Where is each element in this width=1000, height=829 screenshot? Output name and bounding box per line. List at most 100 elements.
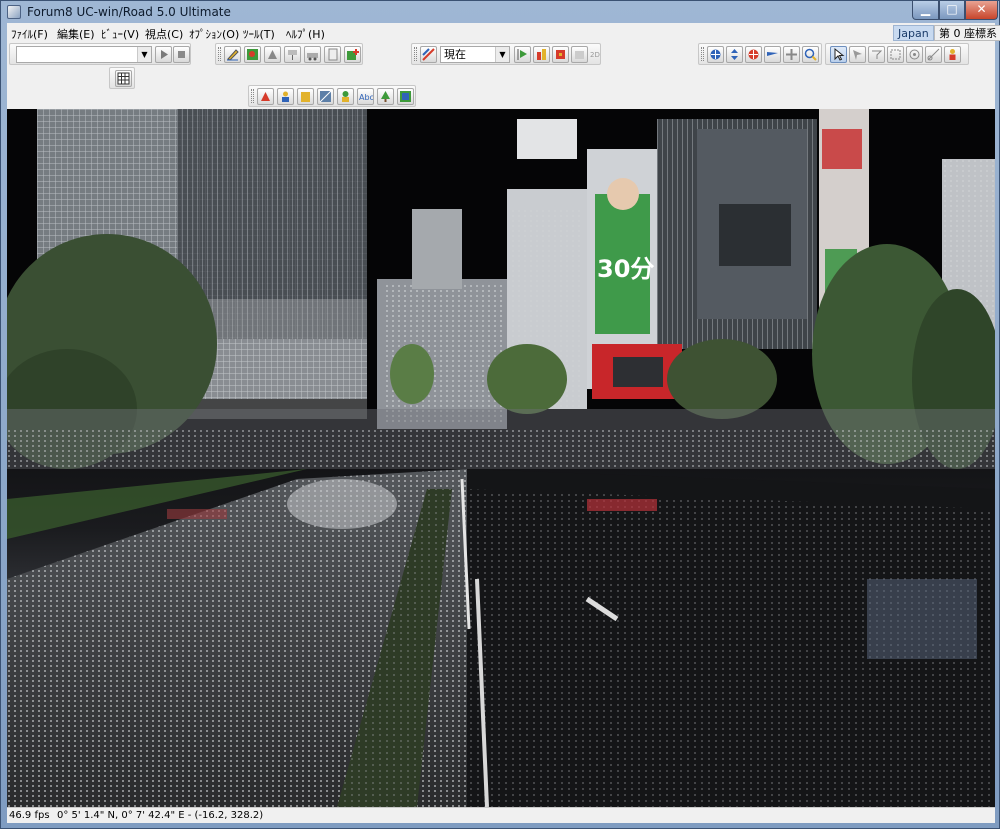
menu-edit[interactable]: 編集(E) [57,26,95,42]
select-object-button[interactable] [868,46,885,63]
traffic-button[interactable] [533,46,550,63]
red-sign-screen [613,357,663,387]
zoom-icon [804,48,817,61]
svg-text:2D: 2D [590,51,600,59]
terrain-icon [247,49,258,60]
vehicle-button[interactable] [304,46,321,63]
stop-button[interactable] [173,46,190,63]
scenario-select[interactable]: ▼ [16,46,152,63]
add-model-button[interactable] [344,46,361,63]
image-icon [400,91,411,102]
add-model-icon [347,49,359,60]
toolbar-grip[interactable] [218,47,221,61]
fly-icon [767,52,778,56]
fps-readout: 46.9 fps [9,810,50,821]
toolbar-grip[interactable] [251,89,254,103]
cursor-icon [834,47,845,61]
model-button[interactable] [264,46,281,63]
sign-icon [288,50,297,60]
target-icon [909,49,920,60]
cone-button[interactable] [257,88,274,105]
select-road-icon [853,50,862,60]
toolbar-grip[interactable] [414,47,417,61]
close-button[interactable]: ✕ [965,1,998,20]
title-bar[interactable]: Forum8 UC-win/Road 5.0 Ultimate ▁ □ ✕ [1,1,999,23]
menu-help[interactable]: ﾍﾙﾌﾟ(H) [286,26,325,42]
text-icon: Abc [359,93,374,102]
move-icon [710,49,721,60]
edit-road-button[interactable] [224,46,241,63]
nav-fly-button[interactable] [764,46,781,63]
grid-icon [117,72,130,85]
rotate-icon [748,49,759,60]
view-3d-icon [575,51,584,59]
play-flag-icon [517,49,527,60]
play-button[interactable] [155,46,172,63]
time-select-value: 現在 [444,48,466,61]
time-select[interactable]: 現在 ▼ [440,46,510,63]
nav-zoom-button[interactable] [802,46,819,63]
document-icon [328,48,338,61]
svg-text:Abc: Abc [359,93,373,102]
record-button[interactable] [552,46,569,63]
tree-button[interactable] [377,88,394,105]
view-3d-button[interactable] [571,46,588,63]
billboard-text: 30分 [597,255,654,283]
menu-file[interactable]: ﾌｧｲﾙ(F) [11,26,48,42]
chevron-down-icon[interactable]: ▼ [137,47,151,62]
character-icon [342,91,349,102]
scene-viewport[interactable]: 30分 [7,109,995,807]
driver-button[interactable] [944,46,961,63]
play-icon [161,50,168,59]
up-down-icon [731,49,738,60]
nav-move-button[interactable] [707,46,724,63]
terrain-button[interactable] [244,46,261,63]
measure-icon [927,48,940,61]
coordinate-system-tag[interactable]: 第 0 座標系 [934,25,1000,41]
people-icon [282,91,289,102]
playback-toolbar: ▼ [9,43,191,65]
road-surface [7,469,995,807]
document-button[interactable] [324,46,341,63]
maximize-button[interactable]: □ [939,1,965,20]
sign-button[interactable] [284,46,301,63]
client-area: ﾌｧｲﾙ(F) 編集(E) ﾋﾞｭｰ(V) 視点(C) ｵﾌﾟｼｮﾝ(O) ﾂｰ… [7,23,1000,823]
point-cloud-scene: 30分 [7,109,995,807]
select-area-icon [890,49,901,60]
app-logo-icon[interactable] [7,5,21,19]
target-button[interactable] [906,46,923,63]
minimize-button[interactable]: ▁ [912,1,939,20]
measure-button[interactable] [925,46,942,63]
people-button[interactable] [277,88,294,105]
status-bar: 46.9 fps 0° 5' 1.4" N, 0° 7' 42.4" E - (… [7,807,995,823]
vehicle-ghost [287,479,397,529]
view-2d-button[interactable]: 2D [590,46,600,63]
menu-view[interactable]: ﾋﾞｭｰ(V) [101,26,139,42]
driver-icon [949,49,956,60]
environment-button[interactable] [420,46,437,63]
image-button[interactable] [397,88,414,105]
select-area-button[interactable] [887,46,904,63]
cone-icon [261,92,270,101]
nav-rotate-button[interactable] [745,46,762,63]
nav-up-down-button[interactable] [726,46,743,63]
select-button[interactable] [830,46,847,63]
chevron-down-icon[interactable]: ▼ [495,47,509,62]
selection-toolbar [825,43,969,65]
select-road-button[interactable] [849,46,866,63]
character-button[interactable] [337,88,354,105]
grid-button[interactable] [115,70,132,87]
building-button[interactable] [297,88,314,105]
menu-options[interactable]: ｵﾌﾟｼｮﾝ(O) [189,26,239,42]
texture-button[interactable] [317,88,334,105]
menu-viewpoint[interactable]: 視点(C) [145,26,183,42]
toolbar-grip[interactable] [701,47,704,61]
nav-pan-button[interactable] [783,46,800,63]
object-toolbar: Abc [248,85,416,107]
tree-icon [381,91,390,102]
texture-icon [319,90,332,103]
simulate-button[interactable] [514,46,531,63]
region-tag[interactable]: Japan [893,25,934,41]
text-button[interactable]: Abc [357,88,374,105]
menu-tools[interactable]: ﾂｰﾙ(T) [243,26,275,42]
